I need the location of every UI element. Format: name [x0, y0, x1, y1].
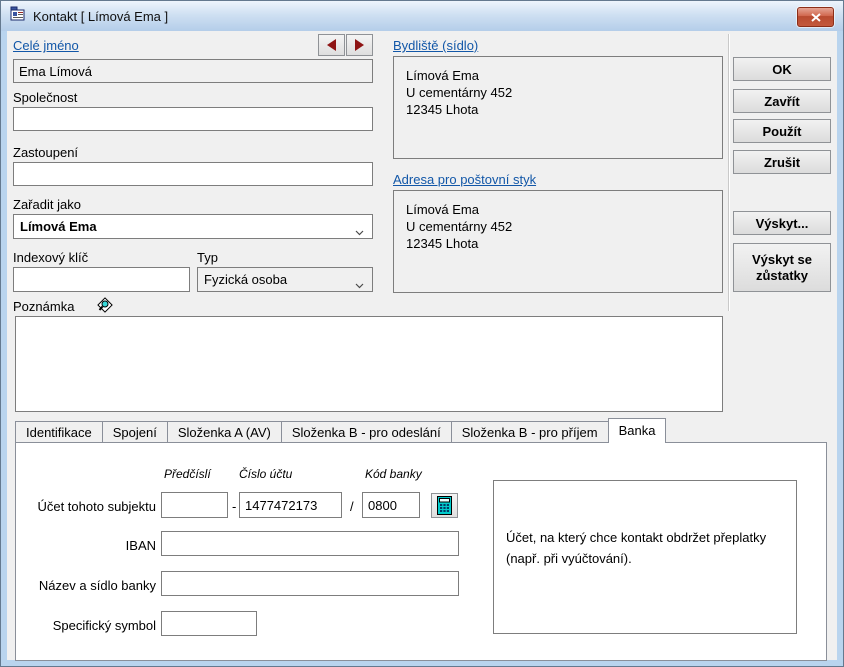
address-line: 12345 Lhota: [406, 235, 710, 252]
vertical-divider: [728, 34, 729, 311]
bank-code-column-header: Kód banky: [365, 467, 422, 481]
iban-label: IBAN: [11, 538, 156, 553]
postal-address-link[interactable]: Adresa pro poštovní styk: [393, 172, 536, 187]
tab-slozenka-b-prijem[interactable]: Složenka B - pro příjem: [451, 421, 609, 443]
residence-address-box: Límová Ema U cementárny 452 12345 Lhota: [393, 56, 723, 159]
close-icon: [811, 13, 821, 22]
address-line: Límová Ema: [406, 201, 710, 218]
occurrence-button[interactable]: Výskyt...: [733, 211, 831, 235]
postal-address-box: Límová Ema U cementárny 452 12345 Lhota: [393, 190, 723, 293]
account-number-field[interactable]: [239, 492, 342, 518]
full-name-link[interactable]: Celé jméno: [13, 38, 79, 53]
address-line: 12345 Lhota: [406, 101, 710, 118]
index-key-label: Indexový klíč: [13, 250, 88, 265]
residence-address-link[interactable]: Bydliště (sídlo): [393, 38, 478, 53]
account-info-box: Účet, na který chce kontakt obdržet přep…: [493, 480, 797, 634]
full-name-field[interactable]: [13, 59, 373, 83]
cancel-button[interactable]: Zrušit: [733, 150, 831, 174]
note-textarea[interactable]: [15, 316, 723, 412]
address-line: U cementárny 452: [406, 218, 710, 235]
address-line: U cementárny 452: [406, 84, 710, 101]
contact-dialog: Kontakt [ Límová Ema ] Celé jméno Společ…: [0, 0, 844, 667]
tab-identifikace[interactable]: Identifikace: [15, 421, 103, 443]
tab-spojeni[interactable]: Spojení: [102, 421, 168, 443]
chevron-down-icon: [355, 277, 364, 292]
calculator-icon: [437, 496, 452, 515]
type-value: Fyzická osoba: [204, 272, 287, 287]
contact-card-icon: [10, 6, 26, 27]
title-bar: Kontakt [ Límová Ema ]: [1, 1, 843, 31]
file-as-combobox[interactable]: Límová Ema: [13, 214, 373, 239]
specific-symbol-field[interactable]: [161, 611, 257, 636]
window-title: Kontakt [ Límová Ema ]: [33, 9, 168, 24]
account-number-column-header: Číslo účtu: [239, 467, 292, 481]
company-field[interactable]: [13, 107, 373, 131]
bank-name-label: Název a sídlo banky: [11, 578, 156, 593]
file-as-label: Zařadit jako: [13, 197, 81, 212]
index-key-field[interactable]: [13, 267, 190, 292]
representation-label: Zastoupení: [13, 145, 78, 160]
account-prefix-field[interactable]: [161, 492, 228, 518]
previous-record-button[interactable]: [318, 34, 345, 56]
ok-button[interactable]: OK: [733, 57, 831, 81]
account-separator-slash: /: [350, 499, 354, 514]
close-dialog-button[interactable]: Zavřít: [733, 89, 831, 113]
next-record-button[interactable]: [346, 34, 373, 56]
chevron-down-icon: [355, 224, 364, 239]
prefix-column-header: Předčíslí: [164, 467, 211, 481]
account-separator-dash: -: [232, 499, 236, 514]
apply-button[interactable]: Použít: [733, 119, 831, 143]
specific-symbol-label: Specifický symbol: [11, 618, 156, 633]
company-label: Společnost: [13, 90, 77, 105]
file-as-value: Límová Ema: [20, 219, 97, 234]
bank-name-field[interactable]: [161, 571, 459, 596]
tab-slozenka-a[interactable]: Složenka A (AV): [167, 421, 282, 443]
bank-list-button[interactable]: [431, 493, 458, 518]
iban-field[interactable]: [161, 531, 459, 556]
account-info-text: Účet, na který chce kontakt obdržet přep…: [506, 527, 788, 569]
close-button[interactable]: [797, 7, 834, 27]
tab-strip: Identifikace Spojení Složenka A (AV) Slo…: [15, 418, 666, 443]
subject-account-label: Účet tohoto subjektu: [11, 499, 156, 514]
representation-field[interactable]: [13, 162, 373, 186]
address-line: Límová Ema: [406, 67, 710, 84]
note-label: Poznámka: [13, 299, 74, 314]
arrow-left-icon: [327, 39, 336, 51]
tab-banka[interactable]: Banka: [608, 418, 667, 443]
arrow-right-icon: [355, 39, 364, 51]
type-label: Typ: [197, 250, 218, 265]
bank-code-field[interactable]: [362, 492, 420, 518]
tab-slozenka-b-odeslani[interactable]: Složenka B - pro odeslání: [281, 421, 452, 443]
occurrence-balances-button[interactable]: Výskyt se zůstatky: [733, 243, 831, 292]
type-combobox[interactable]: Fyzická osoba: [197, 267, 373, 292]
